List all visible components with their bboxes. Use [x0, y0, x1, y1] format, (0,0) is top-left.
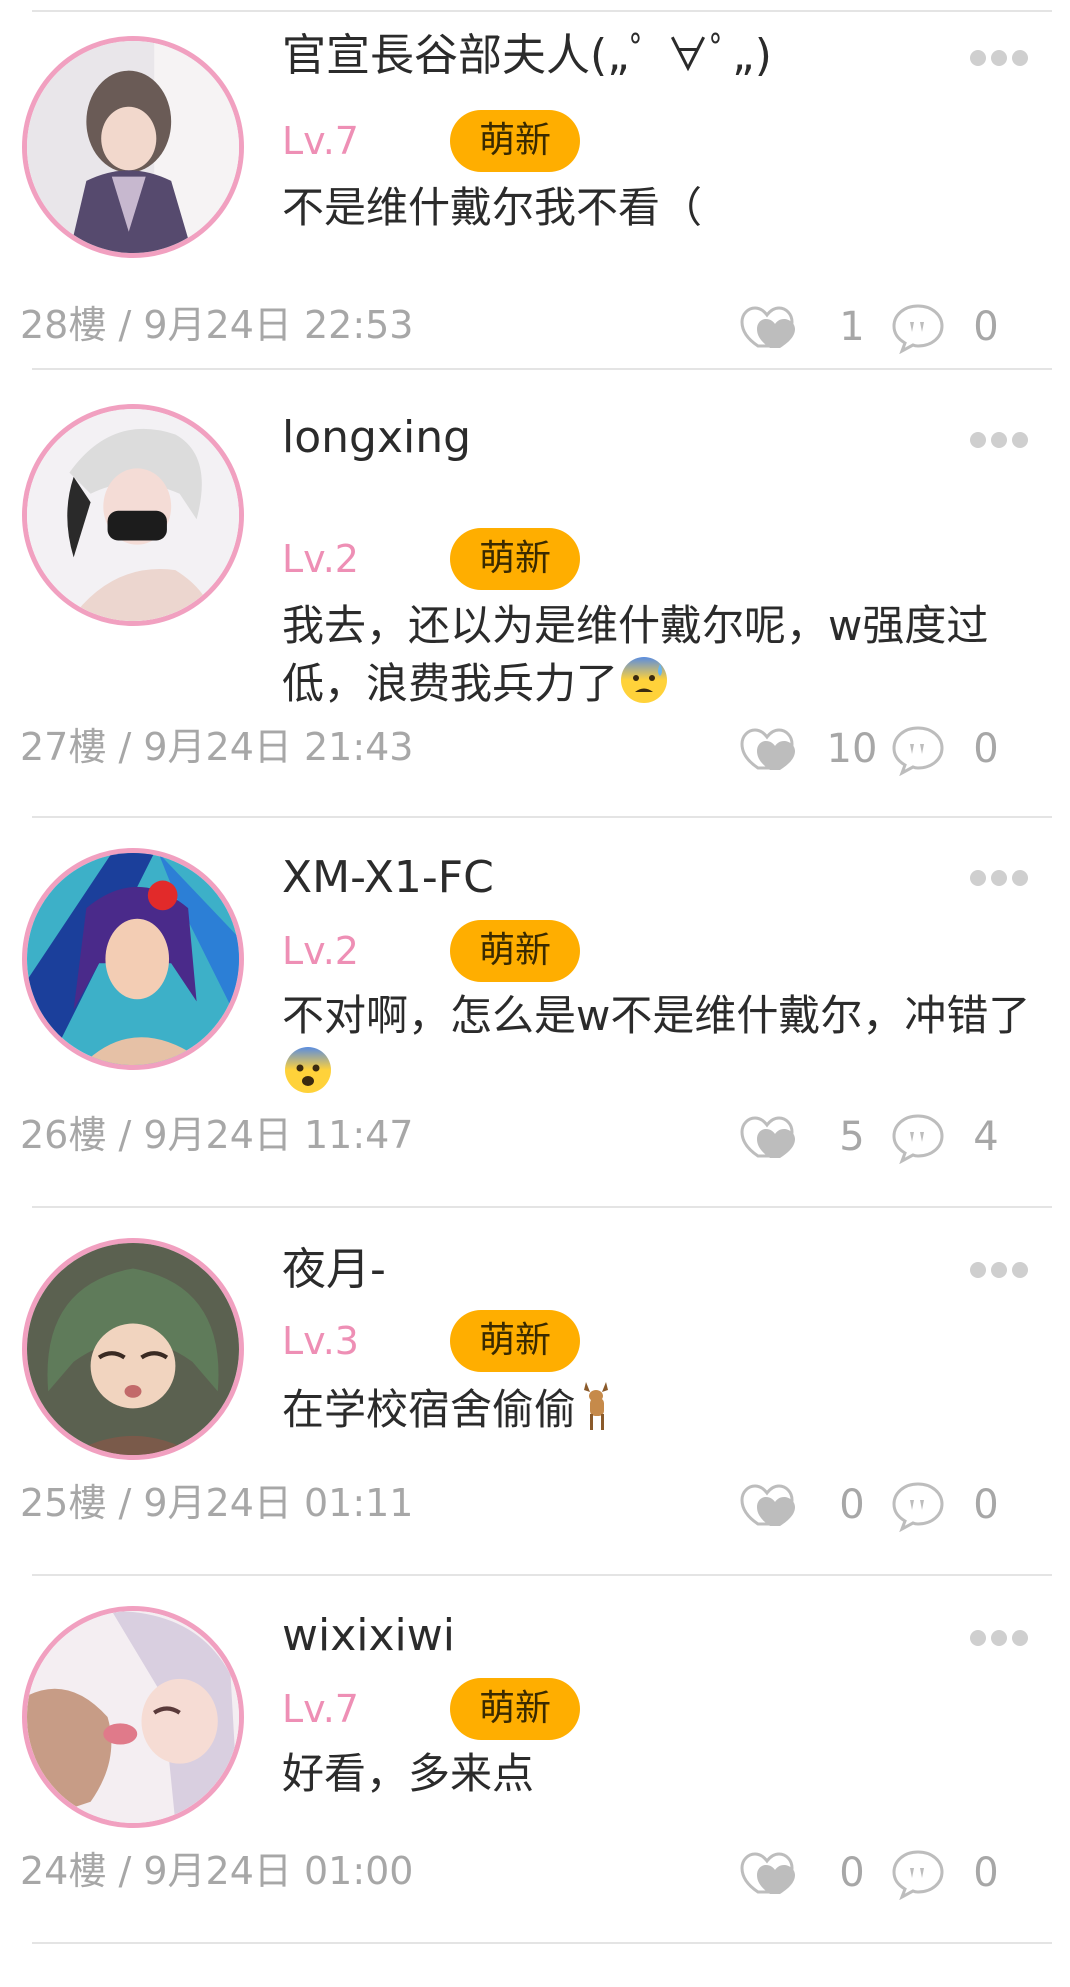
username[interactable]: 夜月- — [282, 1244, 386, 1296]
username[interactable]: 官宣長谷部夫人(„ﾟ ∀ﾟ„) — [282, 30, 772, 82]
deer-icon — [584, 1382, 609, 1430]
user-badge: 萌新 — [450, 1678, 580, 1740]
user-badge: 萌新 — [450, 920, 580, 982]
divider — [32, 10, 1052, 12]
comment-text: 我去，还以为是维什戴尔呢，w强度过低，浪费我兵力了 — [282, 601, 989, 708]
reply-bubble-icon[interactable] — [890, 722, 946, 776]
more-icon[interactable] — [970, 430, 1028, 450]
avatar[interactable] — [22, 36, 244, 258]
like-count: 0 — [839, 1850, 865, 1896]
user-badge: 萌新 — [450, 110, 580, 172]
meta-separator: / — [118, 725, 132, 769]
reply-bubble-icon[interactable] — [890, 1110, 946, 1164]
avatar[interactable] — [22, 1606, 244, 1828]
comment-datetime: 9月24日 01:11 — [143, 1481, 414, 1525]
floor-number: 28樓 — [20, 303, 107, 347]
like-heart-icon[interactable] — [740, 1478, 800, 1532]
comment-text: 不是维什戴尔我不看（ — [282, 183, 703, 232]
reply-bubble-icon[interactable] — [890, 1478, 946, 1532]
like-count: 5 — [839, 1114, 865, 1160]
comment-datetime: 9月24日 11:47 — [143, 1113, 414, 1157]
user-level: Lv.7 — [282, 1687, 359, 1731]
user-badge: 萌新 — [450, 528, 580, 590]
comment-meta: 28樓 / 9月24日 22:53 — [20, 302, 413, 348]
divider — [32, 368, 1052, 370]
avatar[interactable] — [22, 848, 244, 1070]
more-icon[interactable] — [970, 48, 1028, 68]
comment-meta: 26樓 / 9月24日 11:47 — [20, 1112, 413, 1158]
comment-datetime: 9月24日 01:00 — [143, 1849, 414, 1893]
floor-number: 27樓 — [20, 725, 107, 769]
like-heart-icon[interactable] — [740, 722, 800, 776]
avatar[interactable] — [22, 404, 244, 626]
reply-bubble-icon[interactable] — [890, 1846, 946, 1900]
meta-separator: / — [118, 1849, 132, 1893]
comment-text: 在学校宿舍偷偷 — [282, 1378, 1042, 1438]
floor-number: 24樓 — [20, 1849, 107, 1893]
comment-feed: 官宣長谷部夫人(„ﾟ ∀ﾟ„) Lv.7 萌新 不是维什戴尔我不看（ 28樓 /… — [0, 0, 1070, 1987]
like-heart-icon[interactable] — [740, 1846, 800, 1900]
comment-actions: 0 0 — [740, 1476, 1040, 1536]
meta-separator: / — [118, 1481, 132, 1525]
reply-bubble-icon[interactable] — [890, 300, 946, 354]
reply-count: 4 — [973, 1114, 999, 1160]
more-icon[interactable] — [970, 1260, 1028, 1280]
like-heart-icon[interactable] — [740, 300, 800, 354]
anxious-sweat-face-icon — [621, 657, 668, 703]
comment-text: 好看，多来点 — [282, 1749, 535, 1798]
comment-actions: 5 4 — [740, 1108, 1040, 1168]
reply-count: 0 — [973, 1850, 999, 1896]
comment-datetime: 9月24日 21:43 — [143, 725, 414, 769]
more-icon[interactable] — [970, 1628, 1028, 1648]
fearful-face-icon — [285, 1047, 331, 1093]
comment-datetime: 9月24日 22:53 — [143, 303, 414, 347]
meta-separator: / — [118, 1113, 132, 1157]
more-icon[interactable] — [970, 868, 1028, 888]
reply-count: 0 — [973, 1482, 999, 1528]
comment-text: 不对啊，怎么是w不是维什戴尔，冲错了 — [282, 988, 1042, 1102]
floor-number: 26樓 — [20, 1113, 107, 1157]
comment-meta: 27樓 / 9月24日 21:43 — [20, 724, 413, 770]
comment-actions: 0 0 — [740, 1844, 1040, 1904]
user-level: Lv.3 — [282, 1319, 359, 1363]
divider — [32, 1206, 1052, 1208]
like-count: 10 — [826, 726, 878, 772]
divider — [32, 816, 1052, 818]
reply-count: 0 — [973, 304, 999, 350]
comment-meta: 24樓 / 9月24日 01:00 — [20, 1848, 413, 1894]
reply-count: 0 — [973, 726, 999, 772]
comment-actions: 1 0 — [740, 298, 1040, 358]
like-count: 0 — [839, 1482, 865, 1528]
username[interactable]: longxing — [282, 412, 471, 464]
like-count: 1 — [839, 304, 865, 350]
avatar[interactable] — [22, 1238, 244, 1460]
username[interactable]: XM-X1-FC — [282, 852, 494, 904]
user-badge: 萌新 — [450, 1310, 580, 1372]
username[interactable]: wixixiwi — [282, 1610, 455, 1662]
comment-meta: 25樓 / 9月24日 01:11 — [20, 1480, 413, 1526]
comment-actions: 10 0 — [740, 720, 1040, 780]
floor-number: 25樓 — [20, 1481, 107, 1525]
divider — [32, 1942, 1052, 1944]
meta-separator: / — [118, 303, 132, 347]
user-level: Lv.7 — [282, 119, 359, 163]
user-level: Lv.2 — [282, 929, 359, 973]
divider — [32, 1574, 1052, 1576]
like-heart-icon[interactable] — [740, 1110, 800, 1164]
user-level: Lv.2 — [282, 537, 359, 581]
